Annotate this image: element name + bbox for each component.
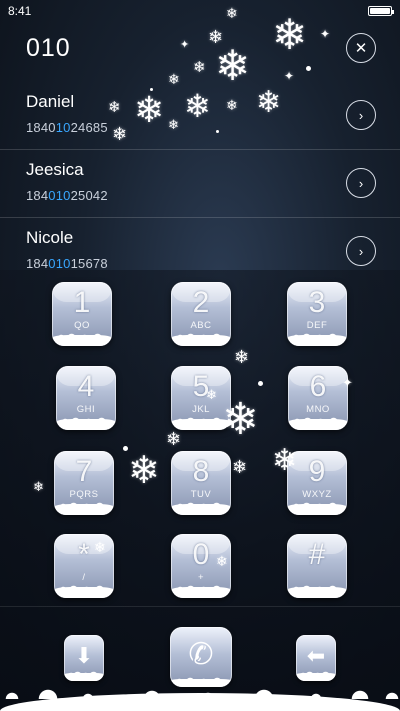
snowflake-icon: ✦ (180, 39, 190, 51)
hide-keypad-button[interactable]: ⬇ (64, 635, 104, 681)
key-0[interactable]: 0 + (171, 534, 231, 598)
contact-name: Daniel (26, 92, 75, 111)
arrow-down-icon: ⬇ (74, 643, 94, 668)
contact-details-button[interactable]: › (346, 100, 376, 130)
key-8[interactable]: 8 TUV (171, 451, 231, 515)
divider (0, 606, 400, 607)
chevron-right-icon: › (358, 175, 364, 191)
snowflake-icon: ❄ (208, 27, 224, 47)
contact-number: 18401015678 (26, 256, 108, 271)
key-7[interactable]: 7 PQRS (54, 451, 114, 515)
phone-icon: ✆ (188, 638, 214, 671)
key-3[interactable]: 3 DEF (287, 282, 347, 346)
chevron-right-icon: › (358, 107, 364, 123)
contact-details-button[interactable]: › (346, 236, 376, 266)
battery-icon (368, 6, 394, 16)
snowflake-icon: ❄ (193, 59, 206, 76)
number-match: 10 (55, 120, 71, 135)
key-hash[interactable]: # (287, 534, 347, 598)
contact-number: 18401024685 (26, 120, 108, 135)
call-button[interactable]: ✆ (170, 627, 232, 687)
key-5[interactable]: 5 JKL (171, 366, 231, 430)
contact-name: Nicole (26, 228, 74, 247)
key-star[interactable]: * / (54, 534, 114, 598)
contact-name: Jeesica (26, 160, 84, 179)
contact-row-jeesica[interactable]: Jeesica 18401025042 › (0, 150, 400, 218)
status-time: 8:41 (8, 4, 32, 18)
key-2[interactable]: 2 ABC (171, 282, 231, 346)
battery-level (370, 8, 390, 14)
backspace-icon: ⬅ (306, 643, 326, 668)
snowflake-icon: ✦ (320, 27, 331, 41)
clear-button[interactable]: ✕ (346, 33, 376, 63)
snowflake-icon: ✦ (284, 69, 295, 83)
snowflake-icon: ❄ (215, 42, 251, 89)
key-6[interactable]: 6 MNO (288, 366, 348, 430)
number-match: 010 (48, 256, 71, 271)
contact-number: 18401025042 (26, 188, 108, 203)
contact-details-button[interactable]: › (346, 168, 376, 198)
backspace-button[interactable]: ⬅ (296, 635, 336, 681)
dialed-number[interactable]: 010 (26, 34, 71, 63)
key-9[interactable]: 9 WXYZ (287, 451, 347, 515)
close-icon: ✕ (354, 40, 368, 57)
key-1[interactable]: 1 QO (52, 282, 112, 346)
number-match: 010 (48, 188, 71, 203)
contact-row-daniel[interactable]: Daniel 18401024685 › (0, 82, 400, 150)
status-bar: 8:41 (0, 0, 400, 22)
key-4[interactable]: 4 GHI (56, 366, 116, 430)
chevron-right-icon: › (358, 243, 364, 259)
